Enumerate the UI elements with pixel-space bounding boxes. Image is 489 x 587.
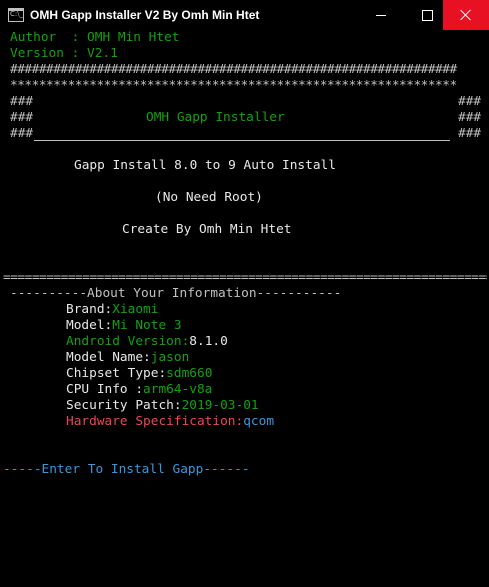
security-patch-line: Security Patch:2019-03-01 bbox=[66, 398, 259, 414]
model-name-line: Model Name:jason bbox=[66, 350, 189, 366]
cpu-info-label: CPU Info : bbox=[66, 382, 144, 397]
install-prompt[interactable]: -----Enter To Install Gapp------ bbox=[3, 462, 250, 478]
minimize-button[interactable] bbox=[358, 0, 404, 30]
console-output[interactable]: Author : OMH Min Htet Version : V2.1 ###… bbox=[0, 30, 489, 587]
author-value: OMH Min Htet bbox=[87, 30, 180, 45]
chipset-line: Chipset Type:sdm660 bbox=[66, 366, 212, 382]
hardware-label: Hardware Specification: bbox=[66, 414, 244, 429]
brand-label: Brand: bbox=[66, 302, 113, 317]
model-label: Model: bbox=[66, 318, 113, 333]
brand-value: Xiaomi bbox=[112, 302, 159, 317]
banner-hash-left: ### bbox=[10, 94, 34, 109]
android-version-line: Android Version:8.1.0 bbox=[66, 334, 228, 350]
close-icon bbox=[460, 9, 472, 21]
hardware-value: qcom bbox=[243, 414, 275, 429]
console-icon[interactable]: C:\_ bbox=[8, 8, 24, 22]
model-line: Model:Mi Note 3 bbox=[66, 318, 182, 334]
banner-hash-left: ### bbox=[10, 126, 34, 141]
separator-line: ========================================… bbox=[3, 270, 487, 285]
maximize-icon bbox=[421, 9, 433, 21]
android-version-label: Android Version: bbox=[66, 334, 190, 349]
banner-hash-left: ### bbox=[10, 110, 34, 125]
banner-credit-line: Create By Omh Min Htet bbox=[122, 222, 292, 237]
info-heading: ----------About Your Information--------… bbox=[10, 286, 342, 301]
security-patch-label: Security Patch: bbox=[66, 398, 182, 413]
chipset-value: sdm660 bbox=[166, 366, 213, 381]
hardware-line: Hardware Specification:qcom bbox=[66, 414, 274, 430]
star-border-row: ****************************************… bbox=[10, 78, 457, 93]
banner-hash-right: ### bbox=[458, 126, 482, 141]
brand-line: Brand:Xiaomi bbox=[66, 302, 158, 318]
author-line: Author : OMH Min Htet bbox=[10, 30, 180, 46]
cpu-info-value: arm64-v8a bbox=[143, 382, 213, 397]
model-value: Mi Note 3 bbox=[112, 318, 182, 333]
banner-no-root-line: (No Need Root) bbox=[155, 190, 263, 205]
security-patch-value: 2019-03-01 bbox=[181, 398, 259, 413]
version-line: Version : V2.1 bbox=[10, 46, 118, 62]
close-button[interactable] bbox=[443, 0, 489, 30]
banner-underline bbox=[34, 140, 450, 141]
banner-title: OMH Gapp Installer bbox=[146, 110, 285, 125]
title-bar[interactable]: C:\_ OMH Gapp Installer V2 By Omh Min Ht… bbox=[0, 0, 489, 30]
chipset-label: Chipset Type: bbox=[66, 366, 167, 381]
android-version-value: 8.1.0 bbox=[189, 334, 228, 349]
banner-install-line: Gapp Install 8.0 to 9 Auto Install bbox=[74, 158, 336, 173]
version-label: Version : bbox=[10, 46, 88, 61]
banner-hash-right: ### bbox=[458, 94, 482, 109]
version-value: V2.1 bbox=[87, 46, 118, 61]
model-name-label: Model Name: bbox=[66, 350, 151, 365]
cpu-info-line: CPU Info :arm64-v8a bbox=[66, 382, 212, 398]
window-title: OMH Gapp Installer V2 By Omh Min Htet bbox=[30, 8, 260, 22]
minimize-icon bbox=[376, 14, 386, 16]
banner-hash-right: ### bbox=[458, 110, 482, 125]
hash-border-row: ########################################… bbox=[10, 62, 457, 77]
author-label: Author : bbox=[10, 30, 88, 45]
model-name-value: jason bbox=[150, 350, 190, 365]
